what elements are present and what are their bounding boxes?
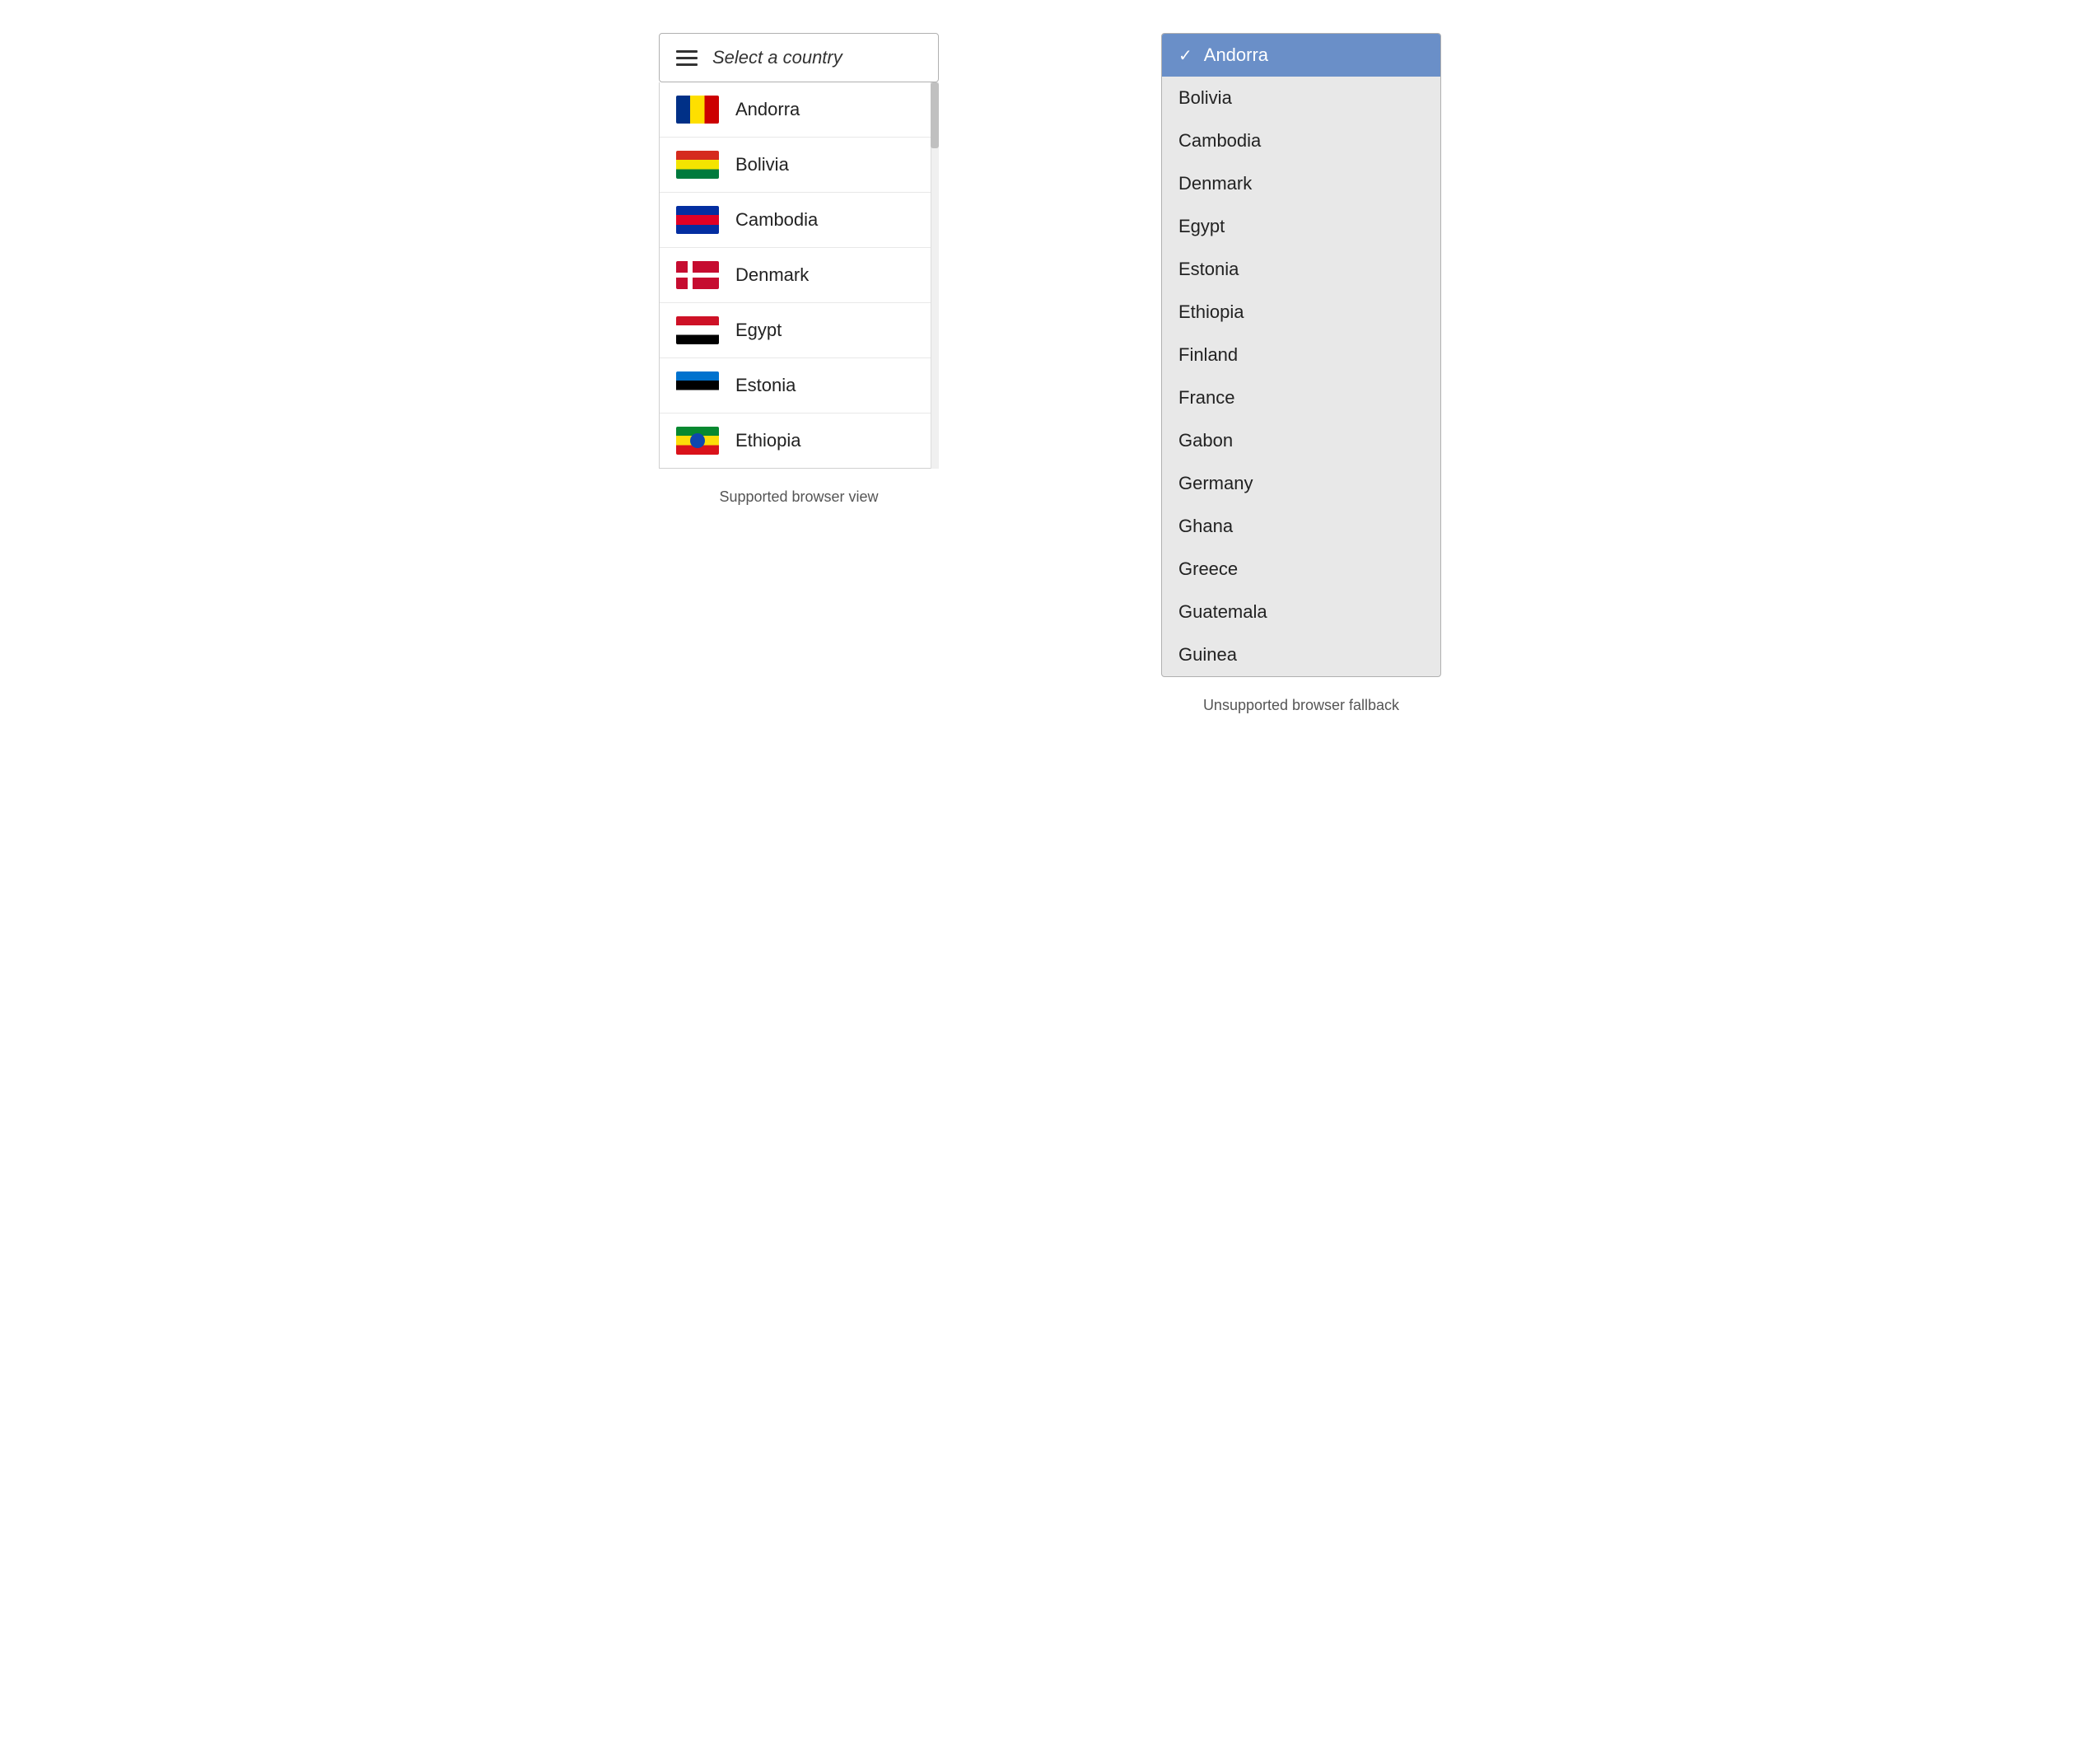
right-panel: ✓ Andorra Bolivia Cambodia Denmark Egypt… xyxy=(1099,33,1503,714)
list-item[interactable]: Guinea xyxy=(1162,633,1440,676)
list-item[interactable]: Finland xyxy=(1162,334,1440,376)
country-name: Guinea xyxy=(1178,644,1237,666)
list-item[interactable]: Andorra xyxy=(660,82,938,138)
scrollbar-thumb[interactable] xyxy=(931,82,939,148)
flag-egypt xyxy=(676,316,719,344)
list-item[interactable]: Denmark xyxy=(660,248,938,303)
custom-dropdown: Andorra Bolivia Cambodia Denmark xyxy=(659,82,939,469)
list-item[interactable]: Estonia xyxy=(1162,248,1440,291)
list-item[interactable]: Ethiopia xyxy=(660,413,938,468)
flag-estonia xyxy=(676,371,719,399)
country-name: Guatemala xyxy=(1178,601,1267,623)
flag-cambodia xyxy=(676,206,719,234)
country-name: Greece xyxy=(1178,558,1238,580)
country-name: Bolivia xyxy=(735,154,789,175)
list-item[interactable]: Denmark xyxy=(1162,162,1440,205)
country-name: Estonia xyxy=(1178,259,1239,280)
country-name: Gabon xyxy=(1178,430,1233,451)
left-caption: Supported browser view xyxy=(719,488,878,506)
list-item[interactable]: Cambodia xyxy=(1162,119,1440,162)
list-item[interactable]: Ghana xyxy=(1162,505,1440,548)
left-dropdown-container: Andorra Bolivia Cambodia Denmark xyxy=(659,82,939,469)
country-name: Ethiopia xyxy=(1178,301,1244,323)
flag-bolivia xyxy=(676,151,719,179)
flag-denmark xyxy=(676,261,719,289)
country-name: France xyxy=(1178,387,1234,409)
list-item[interactable]: Bolivia xyxy=(1162,77,1440,119)
flag-andorra xyxy=(676,96,719,124)
country-name: Bolivia xyxy=(1178,87,1232,109)
country-name: Cambodia xyxy=(1178,130,1261,152)
list-item[interactable]: Greece xyxy=(1162,548,1440,591)
country-name: Andorra xyxy=(735,99,800,120)
country-name: Ethiopia xyxy=(735,430,801,451)
custom-select-wrapper: Select a country Andorra Bolivia Cam xyxy=(659,33,939,469)
list-item[interactable]: Egypt xyxy=(660,303,938,358)
list-item[interactable]: Gabon xyxy=(1162,419,1440,462)
right-caption: Unsupported browser fallback xyxy=(1203,697,1399,714)
native-select-box[interactable]: ✓ Andorra Bolivia Cambodia Denmark Egypt… xyxy=(1161,33,1441,677)
list-item[interactable]: Estonia xyxy=(660,358,938,413)
left-panel: Select a country Andorra Bolivia Cam xyxy=(597,33,1001,506)
country-name: Egypt xyxy=(735,320,782,341)
list-item[interactable]: Egypt xyxy=(1162,205,1440,248)
list-item[interactable]: ✓ Andorra xyxy=(1162,34,1440,77)
country-name: Estonia xyxy=(735,375,796,396)
country-name: Egypt xyxy=(1178,216,1225,237)
page-container: Select a country Andorra Bolivia Cam xyxy=(597,33,1503,714)
checkmark-icon: ✓ xyxy=(1178,45,1192,66)
list-item[interactable]: Bolivia xyxy=(660,138,938,193)
hamburger-icon xyxy=(676,50,698,66)
list-item[interactable]: France xyxy=(1162,376,1440,419)
list-item[interactable]: Guatemala xyxy=(1162,591,1440,633)
country-name: Germany xyxy=(1178,473,1253,494)
flag-ethiopia xyxy=(676,427,719,455)
country-name: Denmark xyxy=(1178,173,1252,194)
country-name: Ghana xyxy=(1178,516,1233,537)
country-name: Denmark xyxy=(735,264,809,286)
list-item[interactable]: Ethiopia xyxy=(1162,291,1440,334)
list-item[interactable]: Germany xyxy=(1162,462,1440,505)
country-name: Andorra xyxy=(1204,44,1268,66)
select-trigger[interactable]: Select a country xyxy=(659,33,939,82)
select-placeholder: Select a country xyxy=(712,47,842,68)
country-name: Cambodia xyxy=(735,209,818,231)
list-item[interactable]: Cambodia xyxy=(660,193,938,248)
scrollbar-track[interactable] xyxy=(931,82,939,469)
country-name: Finland xyxy=(1178,344,1238,366)
